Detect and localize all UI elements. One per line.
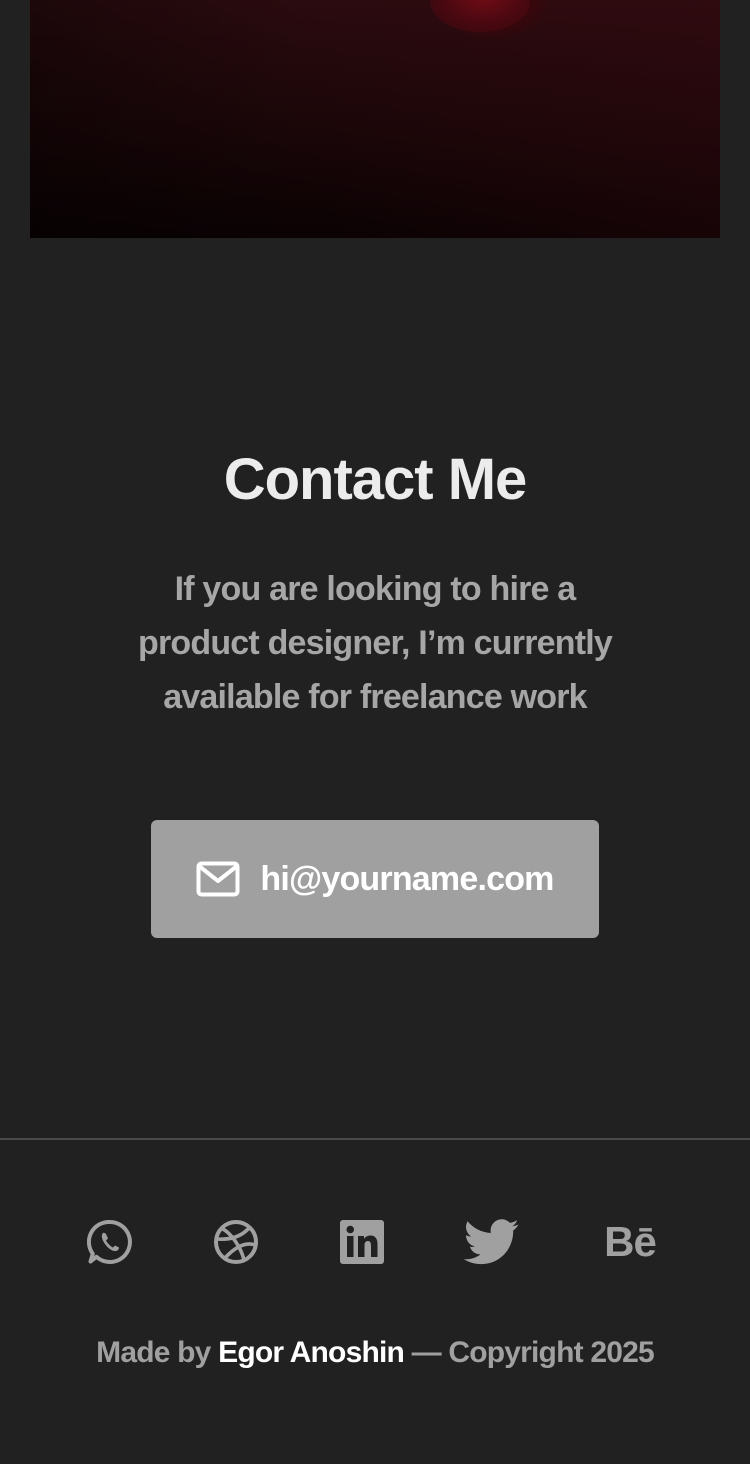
linkedin-icon (340, 1220, 384, 1264)
page: Contact Me If you are looking to hire a … (0, 0, 750, 1464)
dribbble-icon (214, 1220, 258, 1264)
project-preview-image[interactable] (30, 0, 720, 238)
social-link-behance[interactable]: Bē (598, 1210, 662, 1274)
email-label: hi@yourname.com (260, 859, 554, 898)
social-link-linkedin[interactable] (332, 1210, 392, 1274)
contact-description: If you are looking to hire a product des… (138, 570, 613, 716)
social-links: Bē (0, 1210, 750, 1274)
social-link-twitter[interactable] (462, 1210, 522, 1274)
footer-divider (0, 1138, 750, 1140)
social-link-dribbble[interactable] (206, 1210, 266, 1274)
whatsapp-icon (87, 1219, 132, 1264)
social-link-whatsapp[interactable] (80, 1210, 140, 1274)
hero-blob (430, 0, 530, 32)
footer-author-link[interactable]: Egor Anoshin (218, 1336, 405, 1369)
footer-copyright: Made by Egor Anoshin — Copyright 2025 (0, 1336, 750, 1370)
twitter-icon (464, 1219, 519, 1265)
contact-title: Contact Me (223, 447, 528, 512)
footer-suffix: — Copyright 2025 (404, 1336, 655, 1369)
behance-icon: Bē (604, 1218, 657, 1265)
footer-prefix: Made by (96, 1336, 219, 1369)
mail-icon (196, 861, 240, 897)
email-button[interactable]: hi@yourname.com (151, 820, 599, 938)
contact-section: Contact Me If you are looking to hire a … (0, 440, 750, 724)
